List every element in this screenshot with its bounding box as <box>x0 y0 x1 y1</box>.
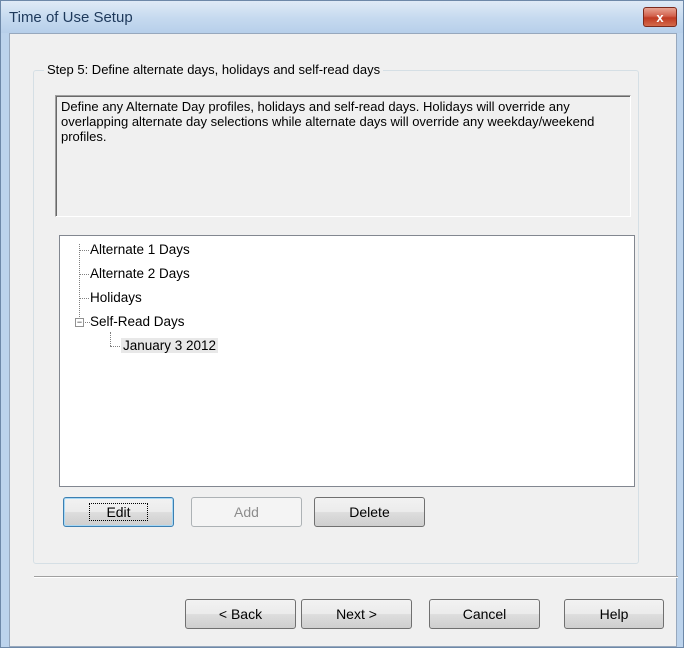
group-legend: Step 5: Define alternate days, holidays … <box>44 62 384 77</box>
tree-item-holidays[interactable]: Holidays <box>90 288 142 308</box>
delete-button[interactable]: Delete <box>314 497 425 527</box>
description-text: Define any Alternate Day profiles, holid… <box>55 95 631 217</box>
tree-connector <box>80 250 89 251</box>
tree-connector <box>110 346 120 347</box>
collapse-icon[interactable]: − <box>75 318 84 327</box>
step-groupbox: Step 5: Define alternate days, holidays … <box>33 62 639 564</box>
tree-connector <box>80 298 89 299</box>
tree-connector <box>79 244 80 323</box>
window-title: Time of Use Setup <box>9 9 133 26</box>
back-button[interactable]: < Back <box>185 599 296 629</box>
separator-line <box>34 576 678 578</box>
next-button[interactable]: Next > <box>301 599 412 629</box>
tree-item-alternate-1-days[interactable]: Alternate 1 Days <box>90 240 190 260</box>
title-bar[interactable]: Time of Use Setup x <box>1 1 683 33</box>
dialog-client-area: Step 5: Define alternate days, holidays … <box>9 33 678 647</box>
days-tree-view[interactable]: Alternate 1 Days Alternate 2 Days Holida… <box>59 235 635 487</box>
tree-item-alternate-2-days[interactable]: Alternate 2 Days <box>90 264 190 284</box>
tree-connector <box>80 274 89 275</box>
close-button[interactable]: x <box>643 7 677 27</box>
edit-button[interactable]: Edit <box>63 497 174 527</box>
add-button[interactable]: Add <box>191 497 302 527</box>
dialog-window: Time of Use Setup x Step 5: Define alter… <box>0 0 684 648</box>
tree-item-january-3-2012[interactable]: January 3 2012 <box>121 336 219 356</box>
close-icon: x <box>656 9 664 25</box>
cancel-button[interactable]: Cancel <box>429 599 540 629</box>
tree-item-self-read-days[interactable]: Self-Read Days <box>90 312 185 332</box>
help-button[interactable]: Help <box>564 599 664 629</box>
tree-connector <box>110 332 111 346</box>
